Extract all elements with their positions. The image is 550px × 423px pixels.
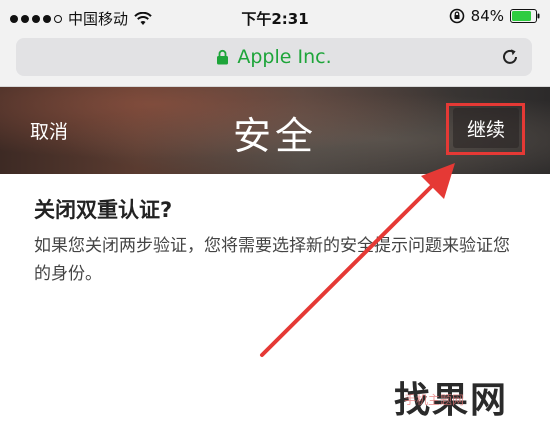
status-bar: 中国移动 下午2:31 84%: [0, 0, 550, 34]
padlock-icon: [217, 49, 229, 65]
watermark-logo: 找果网 手机主题网: [394, 371, 544, 421]
site-name: Apple Inc.: [237, 46, 332, 68]
highlight-box: [446, 103, 525, 155]
screen: 中国移动 下午2:31 84% Apple Inc. 取消 安全 继续 关闭双重…: [0, 0, 550, 423]
battery-percent: 84%: [470, 7, 504, 25]
battery-icon: [510, 9, 540, 23]
content-body: 如果您关闭两步验证，您将需要选择新的安全提示问题来验证您的身份。: [34, 236, 510, 284]
rotation-lock-icon: [449, 8, 464, 24]
reload-icon[interactable]: [500, 47, 520, 67]
address-field[interactable]: Apple Inc.: [16, 38, 532, 76]
status-right: 84%: [449, 7, 540, 25]
address-content: Apple Inc.: [16, 46, 532, 68]
content-heading: 关闭双重认证?: [34, 198, 173, 222]
watermark-subtext: 手机主题网: [404, 393, 465, 407]
browser-toolbar: Apple Inc.: [0, 34, 550, 87]
